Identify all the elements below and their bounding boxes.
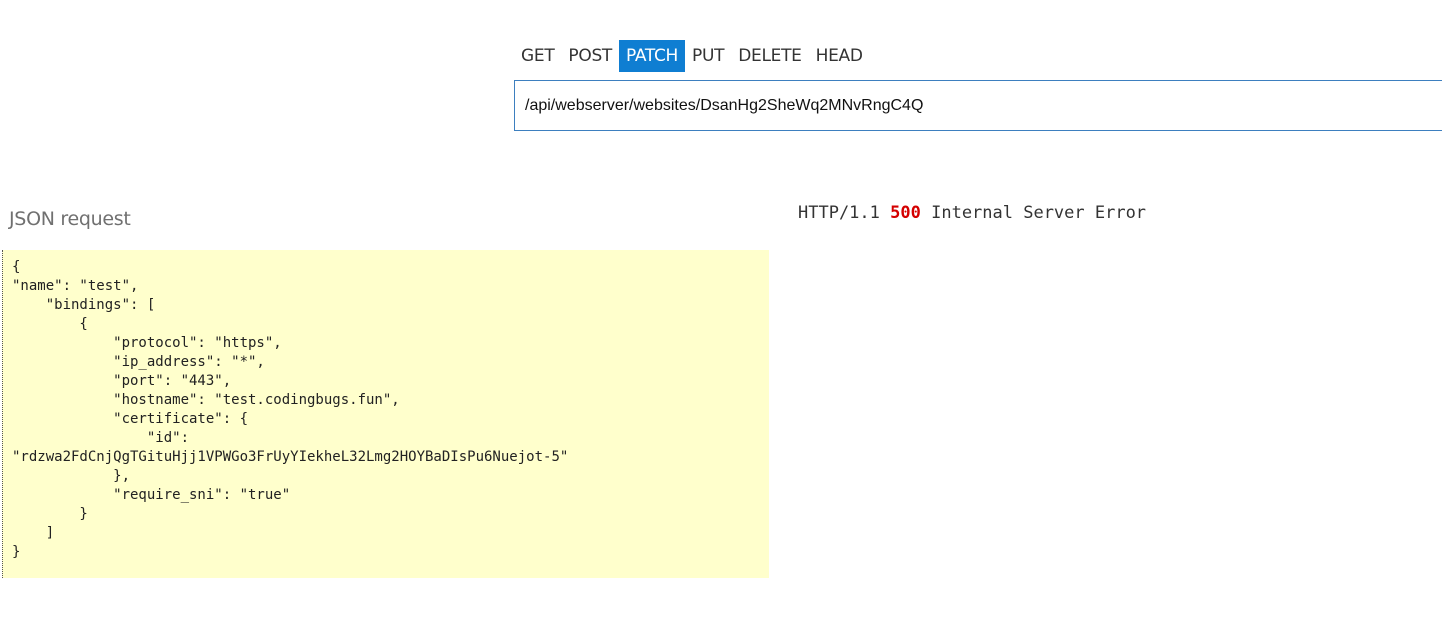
method-tab-head[interactable]: HEAD (809, 40, 870, 72)
api-explorer: GET POST PATCH PUT DELETE HEAD JSON requ… (0, 0, 1442, 623)
response-status-line: HTTP/1.1 500 Internal Server Error (798, 203, 1146, 223)
method-tab-post[interactable]: POST (561, 40, 619, 72)
url-input[interactable] (514, 80, 1442, 131)
method-tab-put[interactable]: PUT (685, 40, 731, 72)
response-status-text: Internal Server Error (931, 203, 1147, 223)
json-request-editor[interactable]: { "name": "test", "bindings": [ { "proto… (2, 250, 769, 578)
response-protocol: HTTP/1.1 (798, 203, 880, 223)
method-tab-delete[interactable]: DELETE (731, 40, 808, 72)
method-tab-get[interactable]: GET (514, 40, 561, 72)
http-method-tabs: GET POST PATCH PUT DELETE HEAD (514, 40, 870, 72)
response-status-code: 500 (890, 203, 921, 223)
json-request-title: JSON request (9, 208, 131, 230)
method-tab-patch[interactable]: PATCH (619, 40, 686, 72)
